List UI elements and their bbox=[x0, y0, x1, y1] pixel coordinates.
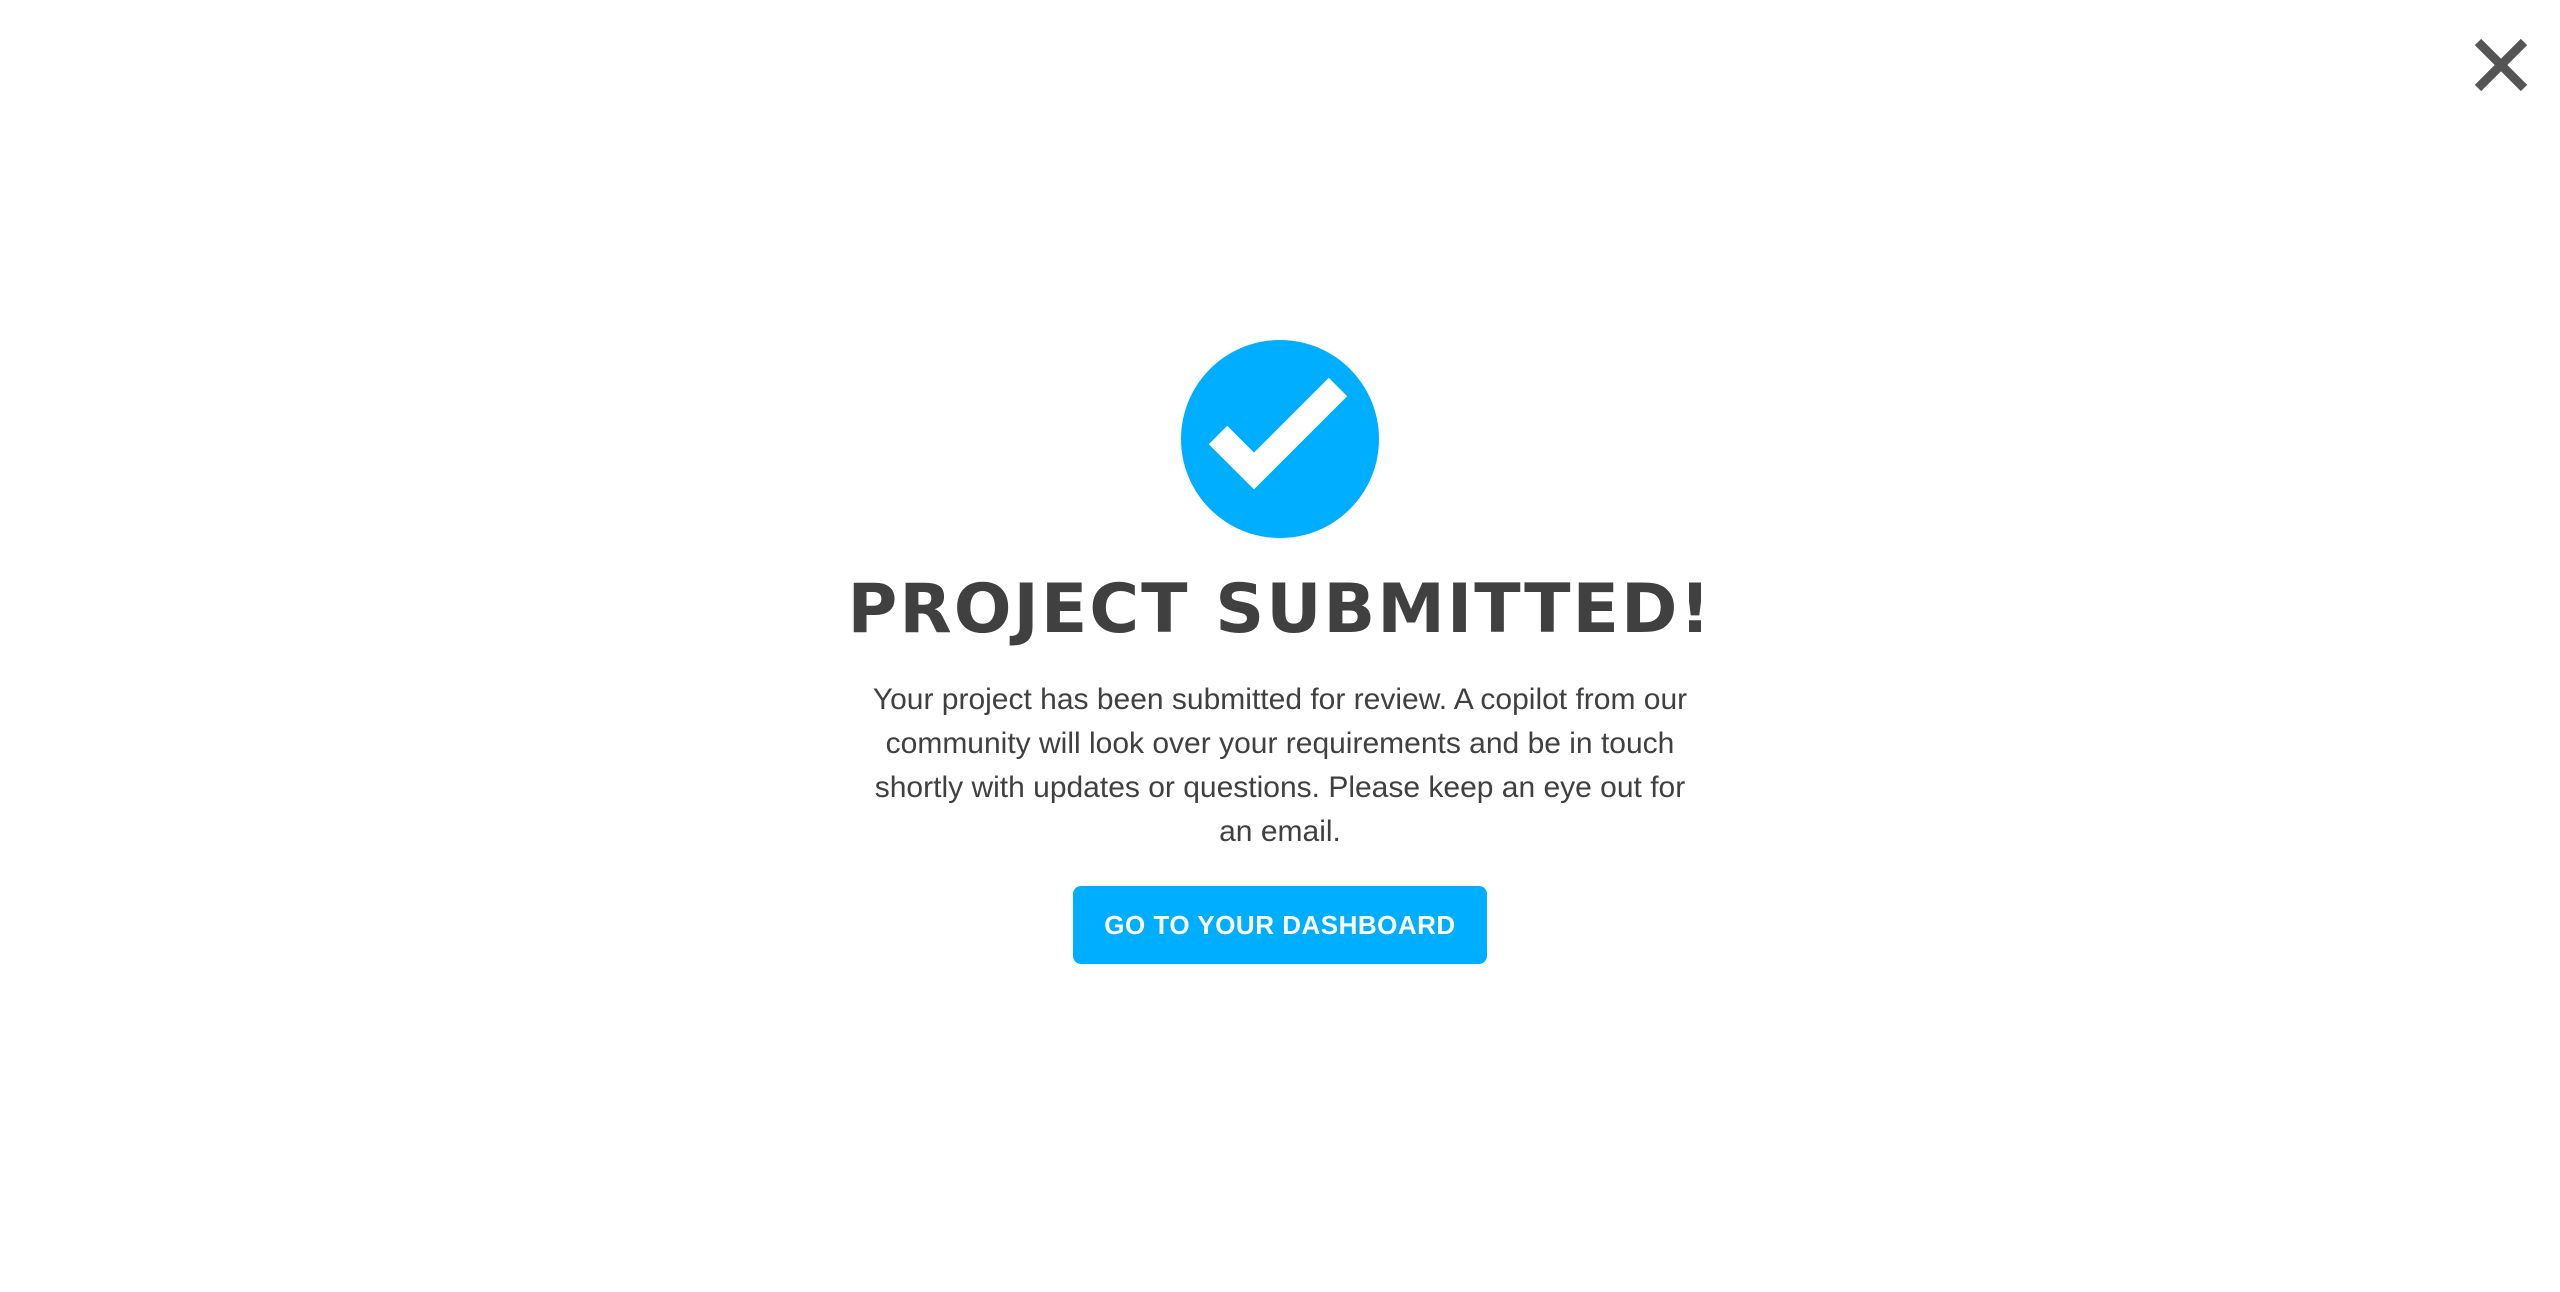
close-button[interactable] bbox=[2470, 34, 2532, 96]
confirmation-message: Your project has been submitted for revi… bbox=[872, 683, 1688, 848]
close-icon bbox=[2474, 38, 2528, 92]
success-badge bbox=[1181, 340, 1379, 538]
submission-confirmation: PROJECT SUBMITTED! Your project has been… bbox=[0, 340, 2560, 964]
checkmark-circle-icon bbox=[1181, 340, 1379, 538]
go-to-dashboard-button[interactable]: GO TO YOUR DASHBOARD bbox=[1073, 886, 1487, 964]
page-title: PROJECT SUBMITTED! bbox=[847, 570, 1713, 649]
